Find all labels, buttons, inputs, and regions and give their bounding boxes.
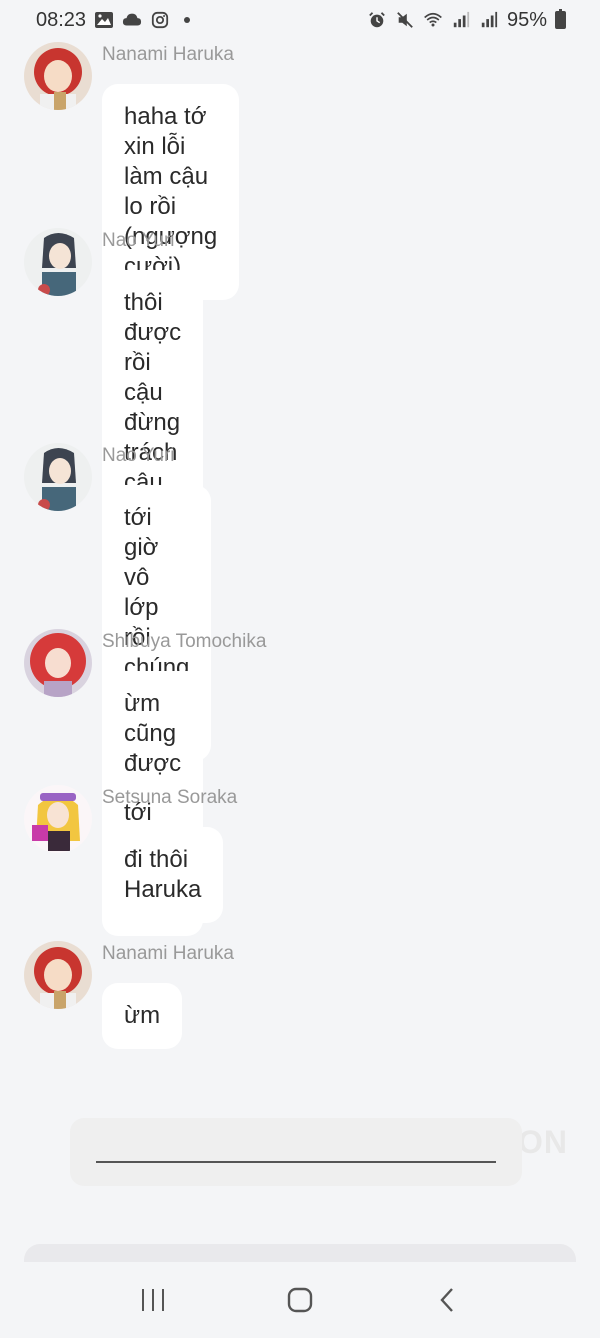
wifi-icon: [424, 12, 442, 27]
signal-icon: [481, 11, 498, 28]
watermark: ON: [518, 1124, 568, 1160]
avatar[interactable]: [24, 443, 92, 511]
home-icon: [287, 1287, 313, 1313]
avatar[interactable]: [24, 629, 92, 697]
avatar[interactable]: [24, 42, 92, 110]
cloud-icon: [122, 13, 142, 26]
input-underline: [96, 1161, 496, 1163]
author-name: Nanami Haruka: [102, 44, 234, 65]
mute-icon: [397, 12, 413, 28]
author-name: Nanami Haruka: [102, 943, 234, 964]
instagram-icon: [151, 11, 169, 29]
avatar[interactable]: [24, 228, 92, 296]
alarm-icon: [369, 12, 385, 28]
avatar[interactable]: [24, 941, 92, 1009]
status-right: 95%: [367, 9, 566, 32]
message-bubble: ừm: [102, 983, 183, 1049]
recents-icon: [142, 1289, 165, 1311]
message-input[interactable]: [70, 1118, 522, 1186]
avatar[interactable]: [24, 785, 92, 853]
battery-icon: [555, 9, 566, 29]
dot-icon: [184, 17, 191, 23]
status-bar: 08:23 95%: [0, 0, 600, 40]
author-name: Nao Yuri: [102, 445, 175, 466]
nav-bar: [0, 1262, 600, 1338]
clock: 08:23: [36, 8, 87, 31]
back-button[interactable]: [427, 1280, 467, 1320]
message-bubble: ừm cũng được: [102, 671, 204, 797]
author-name: Shibuya Tomochika: [102, 631, 267, 652]
status-left: 08:23: [36, 8, 191, 32]
author-name: Setsuna Soraka: [102, 787, 238, 808]
recents-button[interactable]: [133, 1280, 173, 1320]
image-icon: [95, 12, 114, 28]
back-icon: [440, 1288, 453, 1312]
signal-icon: [453, 11, 470, 28]
battery-percent: 95%: [506, 8, 547, 31]
message-bubble: haha tớ xin lỗi làm cậu lo rồi (ngượng c…: [102, 84, 240, 300]
home-button[interactable]: [280, 1280, 320, 1320]
author-name: Nao Yuri: [102, 230, 175, 251]
message-bubble: đi thôi Haruka: [102, 827, 224, 923]
